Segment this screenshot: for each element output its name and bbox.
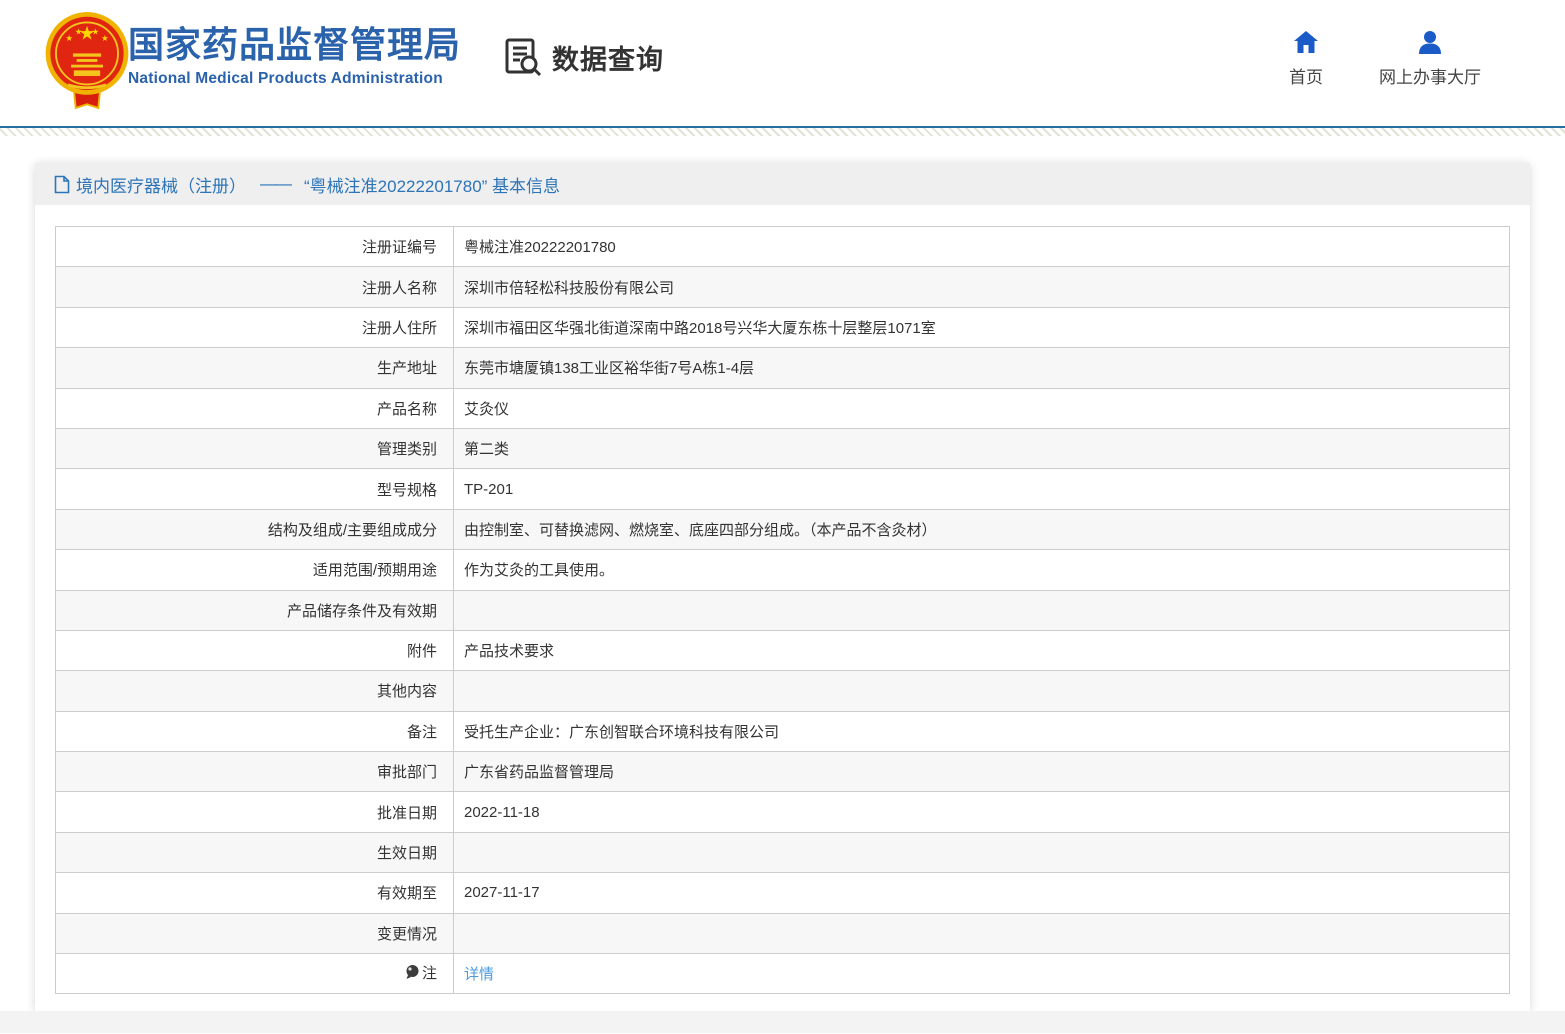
svg-text:★: ★ [101,33,109,43]
breadcrumb-separator: —— [260,174,290,194]
main-content: 境内医疗器械（注册） —— “粤械注准20222201780” 基本信息 注册证… [0,136,1565,1011]
row-value: TP-201 [454,469,1510,509]
row-value-note: 详情 [454,954,1510,994]
row-label: 结构及组成/主要组成成分 [56,509,454,549]
row-value: 产品技术要求 [454,630,1510,670]
data-query-label: 数据查询 [552,38,664,77]
row-value: 东莞市塘厦镇138工业区裕华街7号A栋1-4层 [454,348,1510,388]
row-label: 注册人名称 [56,267,454,307]
site-title: 国家药品监督管理局 [128,24,461,65]
svg-text:★: ★ [75,27,83,37]
row-value: 艾灸仪 [454,388,1510,428]
breadcrumb-detail: “粤械注准20222201780” 基本信息 [304,172,560,197]
row-value: 深圳市福田区华强北街道深南中路2018号兴华大厦东栋十层整层1071室 [454,307,1510,347]
row-value [454,832,1510,872]
document-icon [54,175,70,194]
row-label: 型号规格 [56,469,454,509]
table-row: 产品储存条件及有效期 [56,590,1510,630]
table-row: 产品名称 艾灸仪 [56,388,1510,428]
home-icon [1293,30,1319,54]
note-label-text: 注 [422,962,437,983]
table-row: 附件 产品技术要求 [56,630,1510,670]
page-footer-strip [0,1011,1565,1033]
row-label-note: 注 [56,954,454,994]
row-label: 有效期至 [56,873,454,913]
table-row: 批准日期 2022-11-18 [56,792,1510,832]
nav-label-home: 首页 [1289,63,1323,88]
header-divider [0,126,1565,136]
card-body: 注册证编号 粤械注准20222201780 注册人名称 深圳市倍轻松科技股份有限… [35,205,1530,1011]
row-value: 作为艾灸的工具使用。 [454,550,1510,590]
table-row: 型号规格 TP-201 [56,469,1510,509]
user-icon [1417,30,1443,54]
nav-item-service-hall[interactable]: 网上办事大厅 [1379,30,1481,88]
row-label: 产品储存条件及有效期 [56,590,454,630]
row-value [454,671,1510,711]
document-search-icon [503,36,543,78]
table-row: 审批部门 广东省药品监督管理局 [56,752,1510,792]
svg-text:★: ★ [65,33,73,43]
row-label: 产品名称 [56,388,454,428]
row-label: 生产地址 [56,348,454,388]
svg-text:★: ★ [92,27,100,37]
national-emblem-logo: ★ ★ ★ ★ ★ [40,10,134,115]
row-label: 批准日期 [56,792,454,832]
row-value: 2027-11-17 [454,873,1510,913]
row-value: 粤械注准20222201780 [454,227,1510,267]
row-label: 备注 [56,711,454,751]
table-row: 注册证编号 粤械注准20222201780 [56,227,1510,267]
brand-text: 国家药品监督管理局 National Medical Products Admi… [128,24,461,88]
row-value: 由控制室、可替换滤网、燃烧室、底座四部分组成。（本产品不含灸材） [454,509,1510,549]
row-label: 其他内容 [56,671,454,711]
row-label: 适用范围/预期用途 [56,550,454,590]
table-row: 生效日期 [56,832,1510,872]
registration-info-table: 注册证编号 粤械注准20222201780 注册人名称 深圳市倍轻松科技股份有限… [55,226,1510,994]
breadcrumb-category[interactable]: 境内医疗器械（注册） [76,172,246,197]
table-row: 其他内容 [56,671,1510,711]
table-row: 结构及组成/主要组成成分 由控制室、可替换滤网、燃烧室、底座四部分组成。（本产品… [56,509,1510,549]
row-value: 受托生产企业：广东创智联合环境科技有限公司 [454,711,1510,751]
lightbulb-icon [405,964,420,981]
nav-item-home[interactable]: 首页 [1289,30,1323,88]
row-value [454,590,1510,630]
nav-label-service-hall: 网上办事大厅 [1379,63,1481,88]
row-label: 生效日期 [56,832,454,872]
row-value: 深圳市倍轻松科技股份有限公司 [454,267,1510,307]
table-row: 生产地址 东莞市塘厦镇138工业区裕华街7号A栋1-4层 [56,348,1510,388]
table-row: 有效期至 2027-11-17 [56,873,1510,913]
row-value: 第二类 [454,428,1510,468]
site-header: ★ ★ ★ ★ ★ 国家药品监督管理局 National Medical Pro… [0,0,1565,126]
registration-card: 境内医疗器械（注册） —— “粤械注准20222201780” 基本信息 注册证… [35,163,1530,1011]
table-row-note: 注 详情 [56,954,1510,994]
row-value: 广东省药品监督管理局 [454,752,1510,792]
row-label: 变更情况 [56,913,454,953]
table-row: 注册人名称 深圳市倍轻松科技股份有限公司 [56,267,1510,307]
national-emblem-icon: ★ ★ ★ ★ ★ [40,10,134,110]
site-subtitle: National Medical Products Administration [128,70,461,88]
row-label: 注册人住所 [56,307,454,347]
data-query-section[interactable]: 数据查询 [503,36,664,78]
row-value: 2022-11-18 [454,792,1510,832]
table-row: 注册人住所 深圳市福田区华强北街道深南中路2018号兴华大厦东栋十层整层1071… [56,307,1510,347]
row-label: 注册证编号 [56,227,454,267]
table-row: 适用范围/预期用途 作为艾灸的工具使用。 [56,550,1510,590]
row-value [454,913,1510,953]
table-row: 管理类别 第二类 [56,428,1510,468]
header-nav: 首页 网上办事大厅 [1289,30,1481,88]
row-label: 审批部门 [56,752,454,792]
table-row: 变更情况 [56,913,1510,953]
breadcrumb: 境内医疗器械（注册） —— “粤械注准20222201780” 基本信息 [35,163,1530,205]
row-label: 管理类别 [56,428,454,468]
row-label: 附件 [56,630,454,670]
detail-link[interactable]: 详情 [464,966,494,983]
table-row: 备注 受托生产企业：广东创智联合环境科技有限公司 [56,711,1510,751]
